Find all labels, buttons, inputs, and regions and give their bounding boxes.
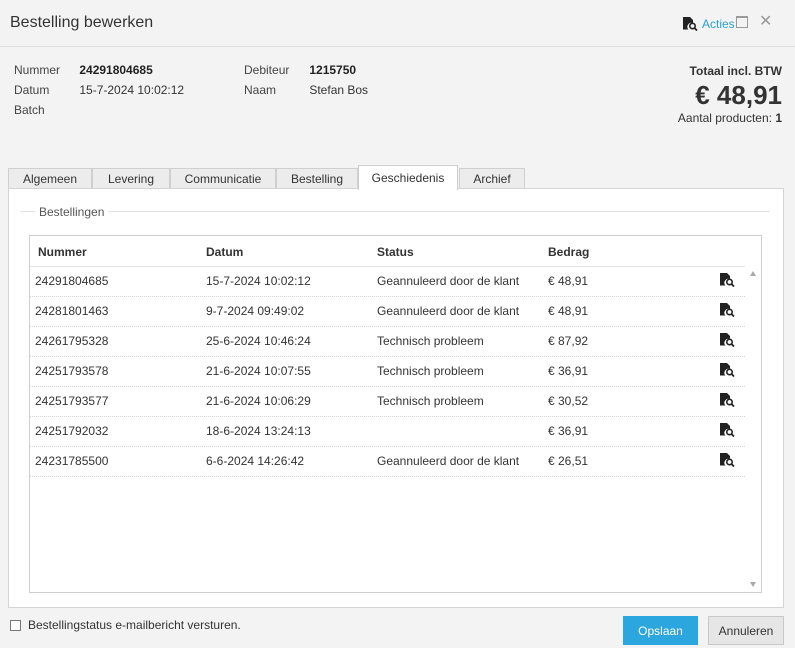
cell-number: 24251793578 xyxy=(35,364,109,378)
number-value: 24291804685 xyxy=(79,63,153,77)
cell-amount: € 87,92 xyxy=(548,334,589,348)
table-row[interactable]: 24251792032 18-6-2024 13:24:13 € 36,91 xyxy=(30,416,745,447)
vertical-scrollbar[interactable] xyxy=(745,266,761,592)
scroll-down-icon[interactable] xyxy=(750,582,756,587)
cell-date: 21-6-2024 10:07:55 xyxy=(206,364,311,378)
tab-algemeen[interactable]: Algemeen xyxy=(8,168,92,189)
cell-date: 6-6-2024 14:26:42 xyxy=(206,454,305,468)
grid-header: Nummer Datum Status Bedrag xyxy=(30,236,761,267)
column-header-number[interactable]: Nummer xyxy=(38,245,87,259)
document-search-icon xyxy=(683,17,698,31)
cell-status: Geannuleerd door de klant xyxy=(377,274,520,288)
section-title: Bestellingen xyxy=(35,205,109,219)
cell-amount: € 36,91 xyxy=(548,424,589,438)
orders-grid: Nummer Datum Status Bedrag 24291804685 1… xyxy=(29,235,762,593)
table-row[interactable]: 24231785500 6-6-2024 14:26:42 Geannuleer… xyxy=(30,446,745,477)
cell-date: 18-6-2024 13:24:13 xyxy=(206,424,311,438)
cancel-button[interactable]: Annuleren xyxy=(708,616,784,645)
batch-label: Batch xyxy=(14,103,45,117)
column-header-amount[interactable]: Bedrag xyxy=(548,245,589,259)
cell-number: 24251792032 xyxy=(35,424,109,438)
cell-amount: € 48,91 xyxy=(548,274,589,288)
cell-amount: € 36,91 xyxy=(548,364,589,378)
cell-status: Technisch probleem xyxy=(377,334,484,348)
tab-geschiedenis[interactable]: Geschiedenis xyxy=(358,165,458,190)
total-label: Totaal incl. BTW xyxy=(689,64,782,78)
cell-number: 24261795328 xyxy=(35,334,109,348)
product-count: Aantal producten: 1 xyxy=(678,111,782,125)
cell-date: 15-7-2024 10:02:12 xyxy=(206,274,311,288)
tab-communicatie[interactable]: Communicatie xyxy=(170,168,276,189)
cell-status: Technisch probleem xyxy=(377,364,484,378)
order-info: Nummer 24291804685 Datum 15-7-2024 10:02… xyxy=(14,62,184,122)
email-checkbox-label[interactable]: Bestellingstatus e-mailbericht versturen… xyxy=(28,618,241,632)
name-label: Naam xyxy=(244,83,277,97)
email-notification-option[interactable]: Bestellingstatus e-mailbericht versturen… xyxy=(10,618,241,632)
dialog-header: Bestelling bewerken Acties ✕ xyxy=(0,0,795,47)
cell-number: 24231785500 xyxy=(35,454,109,468)
customer-info: Debiteur 1215750 Naam Stefan Bos xyxy=(244,62,368,102)
save-button[interactable]: Opslaan xyxy=(623,616,698,645)
table-row[interactable]: 24281801463 9-7-2024 09:49:02 Geannuleer… xyxy=(30,296,745,327)
product-count-value: 1 xyxy=(775,111,782,125)
table-row[interactable]: 24251793577 21-6-2024 10:06:29 Technisch… xyxy=(30,386,745,417)
document-search-icon[interactable] xyxy=(719,452,735,467)
section-divider xyxy=(20,211,770,212)
cell-status: Geannuleerd door de klant xyxy=(377,304,520,318)
actions-label[interactable]: Acties xyxy=(702,17,735,31)
document-search-icon[interactable] xyxy=(719,422,735,437)
cell-amount: € 26,51 xyxy=(548,454,589,468)
cell-number: 24291804685 xyxy=(35,274,109,288)
actions-menu[interactable]: Acties xyxy=(682,16,735,31)
document-search-icon[interactable] xyxy=(719,392,735,407)
product-count-label: Aantal producten: xyxy=(677,111,772,125)
email-checkbox[interactable] xyxy=(10,619,21,631)
debtor-value: 1215750 xyxy=(309,63,357,77)
tab-bestelling[interactable]: Bestelling xyxy=(276,168,358,189)
date-value: 15-7-2024 10:02:12 xyxy=(79,83,185,97)
cell-number: 24251793577 xyxy=(35,394,109,408)
tab-archief[interactable]: Archief xyxy=(459,168,525,189)
table-row[interactable]: 24291804685 15-7-2024 10:02:12 Geannulee… xyxy=(30,266,745,297)
scroll-up-icon[interactable] xyxy=(750,271,756,276)
cell-amount: € 48,91 xyxy=(548,304,589,318)
document-search-icon[interactable] xyxy=(719,272,735,287)
date-label: Datum xyxy=(14,83,50,97)
table-row[interactable]: 24251793578 21-6-2024 10:07:55 Technisch… xyxy=(30,356,745,387)
cell-date: 25-6-2024 10:46:24 xyxy=(206,334,311,348)
table-row[interactable]: 24261795328 25-6-2024 10:46:24 Technisch… xyxy=(30,326,745,357)
document-search-icon[interactable] xyxy=(719,362,735,377)
cell-date: 21-6-2024 10:06:29 xyxy=(206,394,311,408)
cell-status: Technisch probleem xyxy=(377,394,484,408)
cell-date: 9-7-2024 09:49:02 xyxy=(206,304,305,318)
order-total: Totaal incl. BTW € 48,91 Aantal producte… xyxy=(678,64,782,125)
document-search-icon[interactable] xyxy=(719,302,735,317)
column-header-date[interactable]: Datum xyxy=(206,245,243,259)
cell-number: 24281801463 xyxy=(35,304,109,318)
total-amount: € 48,91 xyxy=(695,80,782,110)
tab-levering[interactable]: Levering xyxy=(92,168,170,189)
document-search-icon[interactable] xyxy=(719,332,735,347)
maximize-icon[interactable] xyxy=(736,16,748,28)
debtor-label: Debiteur xyxy=(244,63,290,77)
cell-amount: € 30,52 xyxy=(548,394,589,408)
name-value: Stefan Bos xyxy=(309,83,369,97)
close-icon[interactable]: ✕ xyxy=(759,11,772,31)
number-label: Nummer xyxy=(14,63,61,77)
cell-status: Geannuleerd door de klant xyxy=(377,454,520,468)
dialog-title: Bestelling bewerken xyxy=(10,14,154,31)
column-header-status[interactable]: Status xyxy=(377,245,414,259)
